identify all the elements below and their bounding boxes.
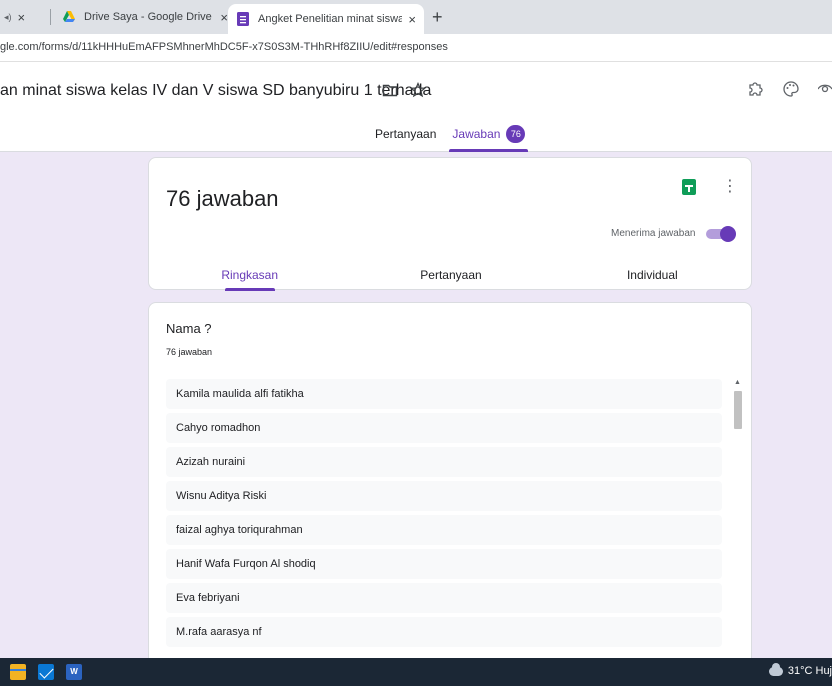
tab-ringkasan[interactable]: Ringkasan	[149, 258, 350, 291]
audio-icon: ◂)	[4, 11, 12, 22]
folder-icon[interactable]	[382, 82, 398, 98]
mail-icon[interactable]	[38, 664, 54, 680]
tab-close-icon[interactable]: ×	[220, 10, 228, 25]
new-tab-button[interactable]: +	[432, 7, 443, 28]
weather-widget[interactable]: 31°C Huj	[768, 662, 832, 677]
tab-close-icon[interactable]: ×	[408, 12, 416, 27]
list-item: Azizah nuraini	[166, 447, 722, 477]
google-forms-icon	[237, 12, 249, 26]
tab-divider	[50, 9, 51, 25]
tab-google-drive[interactable]: Drive Saya - Google Drive ×	[54, 0, 236, 34]
responses-content: 76 jawaban ⋮ Menerima jawaban Ringkasan …	[0, 152, 832, 658]
preview-eye-icon[interactable]	[818, 80, 832, 98]
list-item: Cahyo romadhon	[166, 413, 722, 443]
scrollbar-thumb[interactable]	[734, 391, 742, 429]
response-view-tabs: Ringkasan Pertanyaan Individual	[149, 258, 753, 291]
responses-summary-card: 76 jawaban ⋮ Menerima jawaban Ringkasan …	[148, 157, 753, 291]
list-item: M.rafa aarasya nf	[166, 617, 722, 647]
cloud-icon	[768, 662, 783, 676]
star-icon[interactable]	[410, 82, 426, 98]
scroll-up-arrow-icon[interactable]: ▲	[734, 379, 741, 386]
tab-individual[interactable]: Individual	[552, 258, 753, 291]
tab-google-forms[interactable]: Angket Penelitian minat siswa kel ×	[228, 4, 424, 34]
question-summary-card: Nama ? 76 jawaban Kamila maulida alfi fa…	[148, 302, 752, 658]
response-list: Kamila maulida alfi fatikha Cahyo romadh…	[166, 379, 722, 651]
partial-tab[interactable]: ◂) ×	[0, 0, 25, 34]
url-text[interactable]: gle.com/forms/d/11kHHHuEmAFPSMhnerMhDC5F…	[0, 41, 448, 53]
form-nav-tabs: Pertanyaan Jawaban 76	[375, 125, 529, 152]
forms-header: an minat siswa kelas IV dan V siswa SD b…	[0, 62, 832, 152]
toggle-knob	[720, 226, 736, 242]
response-list-scrollbar[interactable]: ▲	[733, 379, 743, 658]
header-actions	[746, 80, 832, 98]
google-sheets-icon[interactable]	[682, 179, 696, 195]
response-count-badge: 76	[506, 125, 526, 143]
word-icon[interactable]: W	[66, 664, 82, 680]
address-bar[interactable]: gle.com/forms/d/11kHHHuEmAFPSMhnerMhDC5F…	[0, 34, 832, 62]
title-actions	[382, 82, 426, 98]
addon-icon[interactable]	[746, 80, 764, 98]
file-explorer-icon[interactable]	[10, 664, 26, 680]
question-response-count: 76 jawaban	[166, 347, 213, 357]
accepting-responses-label: Menerima jawaban	[611, 228, 696, 239]
tab-close-icon[interactable]: ×	[18, 10, 26, 25]
list-item: Wisnu Aditya Riski	[166, 481, 722, 511]
palette-icon[interactable]	[782, 80, 800, 98]
browser-tab-strip: ◂) × Drive Saya - Google Drive × Angket …	[0, 0, 832, 34]
tab-label: Jawaban	[452, 127, 501, 141]
windows-taskbar: W 31°C Huj	[0, 658, 832, 686]
google-drive-icon	[63, 11, 75, 22]
tab-label: Pertanyaan	[375, 127, 437, 141]
more-options-icon[interactable]: ⋮	[722, 176, 738, 196]
tab-title: Drive Saya - Google Drive	[84, 11, 212, 23]
tab-pertanyaan-view[interactable]: Pertanyaan	[350, 258, 551, 291]
form-title[interactable]: an minat siswa kelas IV dan V siswa SD b…	[0, 82, 431, 100]
list-item: Kamila maulida alfi fatikha	[166, 379, 722, 409]
tab-title: Angket Penelitian minat siswa kel	[258, 13, 403, 25]
list-item: faizal aghya toriqurahman	[166, 515, 722, 545]
weather-text: 31°C Huj	[787, 665, 832, 677]
tab-pertanyaan[interactable]: Pertanyaan	[375, 127, 436, 152]
list-item: Eva febriyani	[166, 583, 722, 613]
accepting-responses-toggle[interactable]	[706, 226, 736, 242]
response-count-heading: 76 jawaban	[166, 186, 279, 211]
list-item: Hanif Wafa Furqon Al shodiq	[166, 549, 722, 579]
question-title: Nama ?	[166, 321, 212, 336]
tab-jawaban[interactable]: Jawaban 76	[449, 125, 529, 152]
